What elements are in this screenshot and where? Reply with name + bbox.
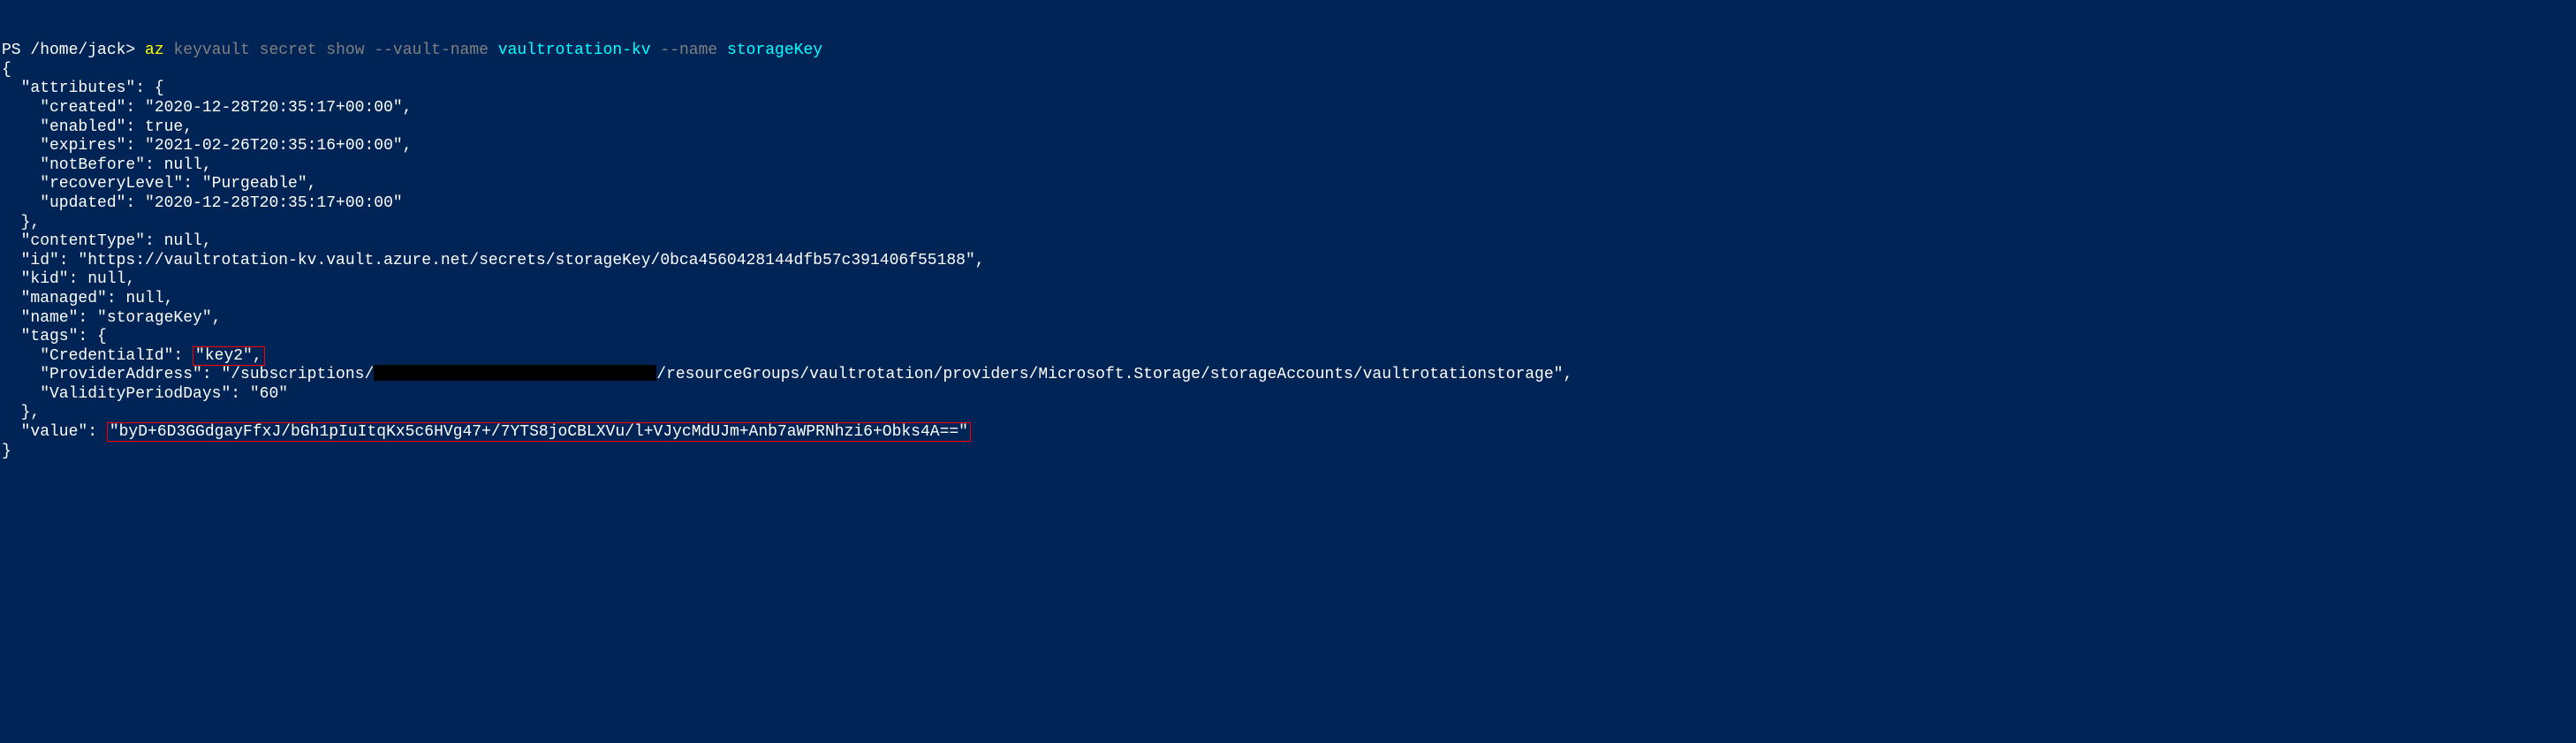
json-value: "value": "byD+6D3GGdgayFfxJ/bGh1pIuItqKx… (2, 422, 971, 442)
credential-id-highlight: "key2", (193, 346, 265, 366)
json-updated: "updated": "2020-12-28T20:35:17+00:00" (2, 194, 403, 212)
value-highlight: "byD+6D3GGdgayFfxJ/bGh1pIuItqKx5c6HVg47+… (107, 422, 971, 442)
flag-vault-name: --vault-name (374, 42, 489, 59)
prompt-prefix: PS /home/jack> (2, 42, 135, 59)
prompt-line[interactable]: PS /home/jack> az keyvault secret show -… (2, 42, 822, 59)
json-managed: "managed": null, (2, 290, 173, 307)
json-provideraddress: "ProviderAddress": "/subscriptions//reso… (2, 366, 1572, 383)
json-created: "created": "2020-12-28T20:35:17+00:00", (2, 99, 412, 117)
json-name: "name": "storageKey", (2, 309, 221, 327)
arg-name: storageKey (727, 42, 822, 59)
json-validityperioddays: "ValidityPeriodDays": "60" (2, 385, 288, 403)
json-id: "id": "https://vaultrotation-kv.vault.az… (2, 252, 985, 269)
json-open-brace: { (2, 61, 11, 79)
subcommand: keyvault secret show (173, 42, 364, 59)
json-enabled: "enabled": true, (2, 118, 193, 136)
json-attributes-close: }, (2, 214, 40, 231)
arg-vault-name: vaultrotation-kv (498, 42, 651, 59)
json-notbefore: "notBefore": null, (2, 156, 212, 174)
json-expires: "expires": "2021-02-26T20:35:16+00:00", (2, 137, 412, 155)
json-contenttype: "contentType": null, (2, 232, 212, 250)
json-credentialid: "CredentialId": "key2", (2, 346, 265, 366)
command-name: az (145, 42, 164, 59)
json-tags-close: }, (2, 404, 40, 421)
json-tags-key: "tags": { (2, 328, 107, 345)
json-kid: "kid": null, (2, 270, 135, 288)
json-recoverylevel: "recoveryLevel": "Purgeable", (2, 175, 316, 193)
json-attributes-key: "attributes": { (2, 80, 164, 97)
redacted-subscription (374, 365, 656, 381)
terminal-output: PS /home/jack> az keyvault secret show -… (2, 42, 2574, 461)
json-close-brace: } (2, 443, 11, 460)
flag-name: --name (660, 42, 717, 59)
